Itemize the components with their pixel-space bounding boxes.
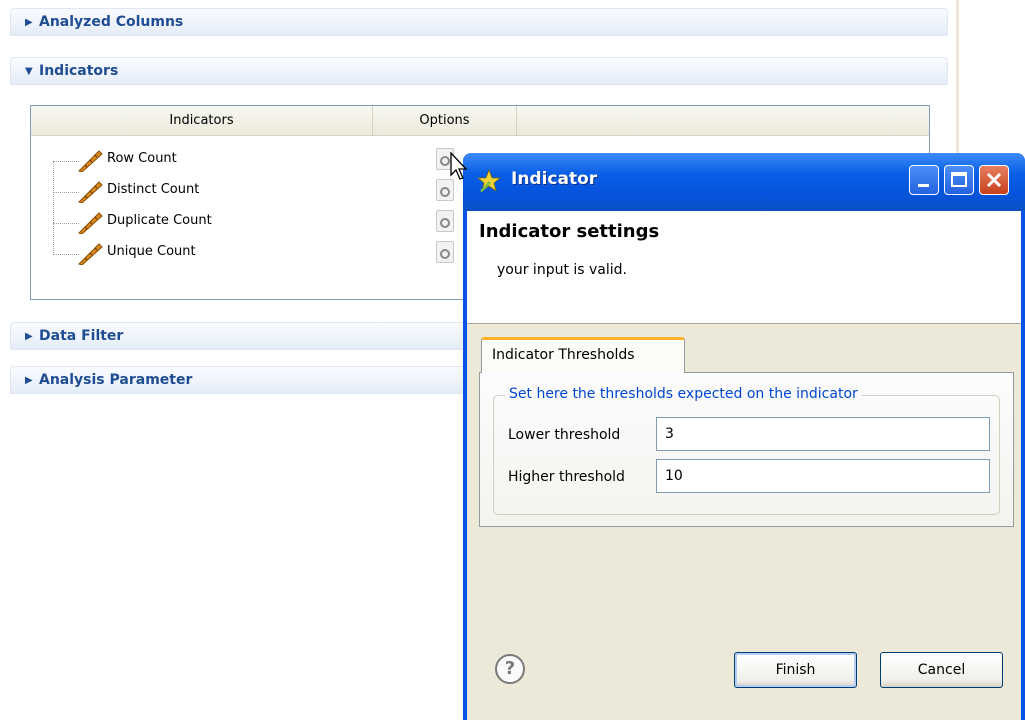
tree-line bbox=[53, 192, 79, 193]
chevron-right-icon: ▶ bbox=[25, 331, 33, 342]
indicator-dialog: Indicator Indicator settings your input … bbox=[463, 153, 1025, 720]
group-legend: Set here the thresholds expected on the … bbox=[505, 386, 862, 402]
close-button[interactable] bbox=[979, 165, 1009, 195]
section-analyzed-columns[interactable]: ▶ Analyzed Columns bbox=[10, 8, 948, 36]
table-row[interactable]: Unique Count bbox=[31, 239, 451, 269]
tree-line bbox=[53, 161, 79, 162]
maximize-button[interactable] bbox=[944, 165, 974, 195]
indicator-label: Unique Count bbox=[107, 244, 196, 259]
gear-icon bbox=[440, 249, 450, 259]
dialog-titlebar[interactable]: Indicator bbox=[463, 153, 1025, 211]
thresholds-group bbox=[493, 395, 1000, 515]
chevron-down-icon: ▼ bbox=[25, 66, 33, 77]
section-indicators[interactable]: ▼ Indicators bbox=[10, 57, 948, 85]
options-gear-button[interactable] bbox=[436, 241, 454, 263]
table-header: Indicators Options bbox=[31, 106, 929, 136]
dialog-title: Indicator bbox=[511, 169, 598, 189]
table-row[interactable]: Distinct Count bbox=[31, 177, 451, 207]
indicator-label: Distinct Count bbox=[107, 182, 200, 197]
validation-message: your input is valid. bbox=[497, 262, 628, 278]
tree-line bbox=[53, 254, 79, 255]
ruler-icon bbox=[78, 212, 103, 234]
higher-threshold-input[interactable] bbox=[656, 459, 990, 493]
cancel-button[interactable]: Cancel bbox=[880, 652, 1003, 688]
ruler-icon bbox=[78, 150, 103, 172]
table-row[interactable]: Row Count bbox=[31, 146, 451, 176]
tab-label: Indicator Thresholds bbox=[492, 347, 635, 363]
options-gear-button[interactable] bbox=[436, 179, 454, 201]
tree-line bbox=[53, 162, 54, 255]
indicator-app-icon bbox=[477, 169, 501, 192]
minimize-button[interactable] bbox=[909, 165, 939, 195]
table-row[interactable]: Duplicate Count bbox=[31, 208, 451, 238]
ruler-icon bbox=[78, 243, 103, 265]
section-title: ▶ Analysis Parameter bbox=[25, 372, 193, 388]
section-title: ▶ Analyzed Columns bbox=[25, 14, 184, 30]
ruler-icon bbox=[78, 181, 103, 203]
section-title: ▶ Data Filter bbox=[25, 328, 124, 344]
options-gear-button[interactable] bbox=[436, 210, 454, 232]
finish-button[interactable]: Finish bbox=[734, 652, 857, 688]
gear-icon bbox=[440, 218, 450, 228]
lower-threshold-input[interactable] bbox=[656, 417, 990, 451]
lower-threshold-label: Lower threshold bbox=[508, 427, 621, 443]
minimize-icon bbox=[918, 184, 929, 187]
help-icon[interactable]: ? bbox=[495, 654, 525, 684]
indicator-label: Row Count bbox=[107, 151, 177, 166]
chevron-right-icon: ▶ bbox=[25, 17, 33, 28]
tab-indicator-thresholds[interactable]: Indicator Thresholds bbox=[481, 337, 685, 373]
chevron-right-icon: ▶ bbox=[25, 375, 33, 386]
gear-icon bbox=[440, 187, 450, 197]
indicator-label: Duplicate Count bbox=[107, 213, 212, 228]
settings-title: Indicator settings bbox=[479, 221, 660, 242]
tree-line bbox=[53, 223, 79, 224]
maximize-icon bbox=[951, 172, 967, 187]
close-icon bbox=[986, 172, 1002, 188]
higher-threshold-label: Higher threshold bbox=[508, 469, 625, 485]
section-title: ▼ Indicators bbox=[25, 63, 119, 79]
dialog-body: Indicator settings your input is valid. … bbox=[467, 211, 1021, 720]
column-header-indicators[interactable]: Indicators bbox=[31, 106, 373, 135]
message-area: Indicator settings your input is valid. bbox=[467, 211, 1021, 324]
mouse-cursor-icon bbox=[450, 152, 468, 180]
column-header-options[interactable]: Options bbox=[373, 106, 517, 135]
